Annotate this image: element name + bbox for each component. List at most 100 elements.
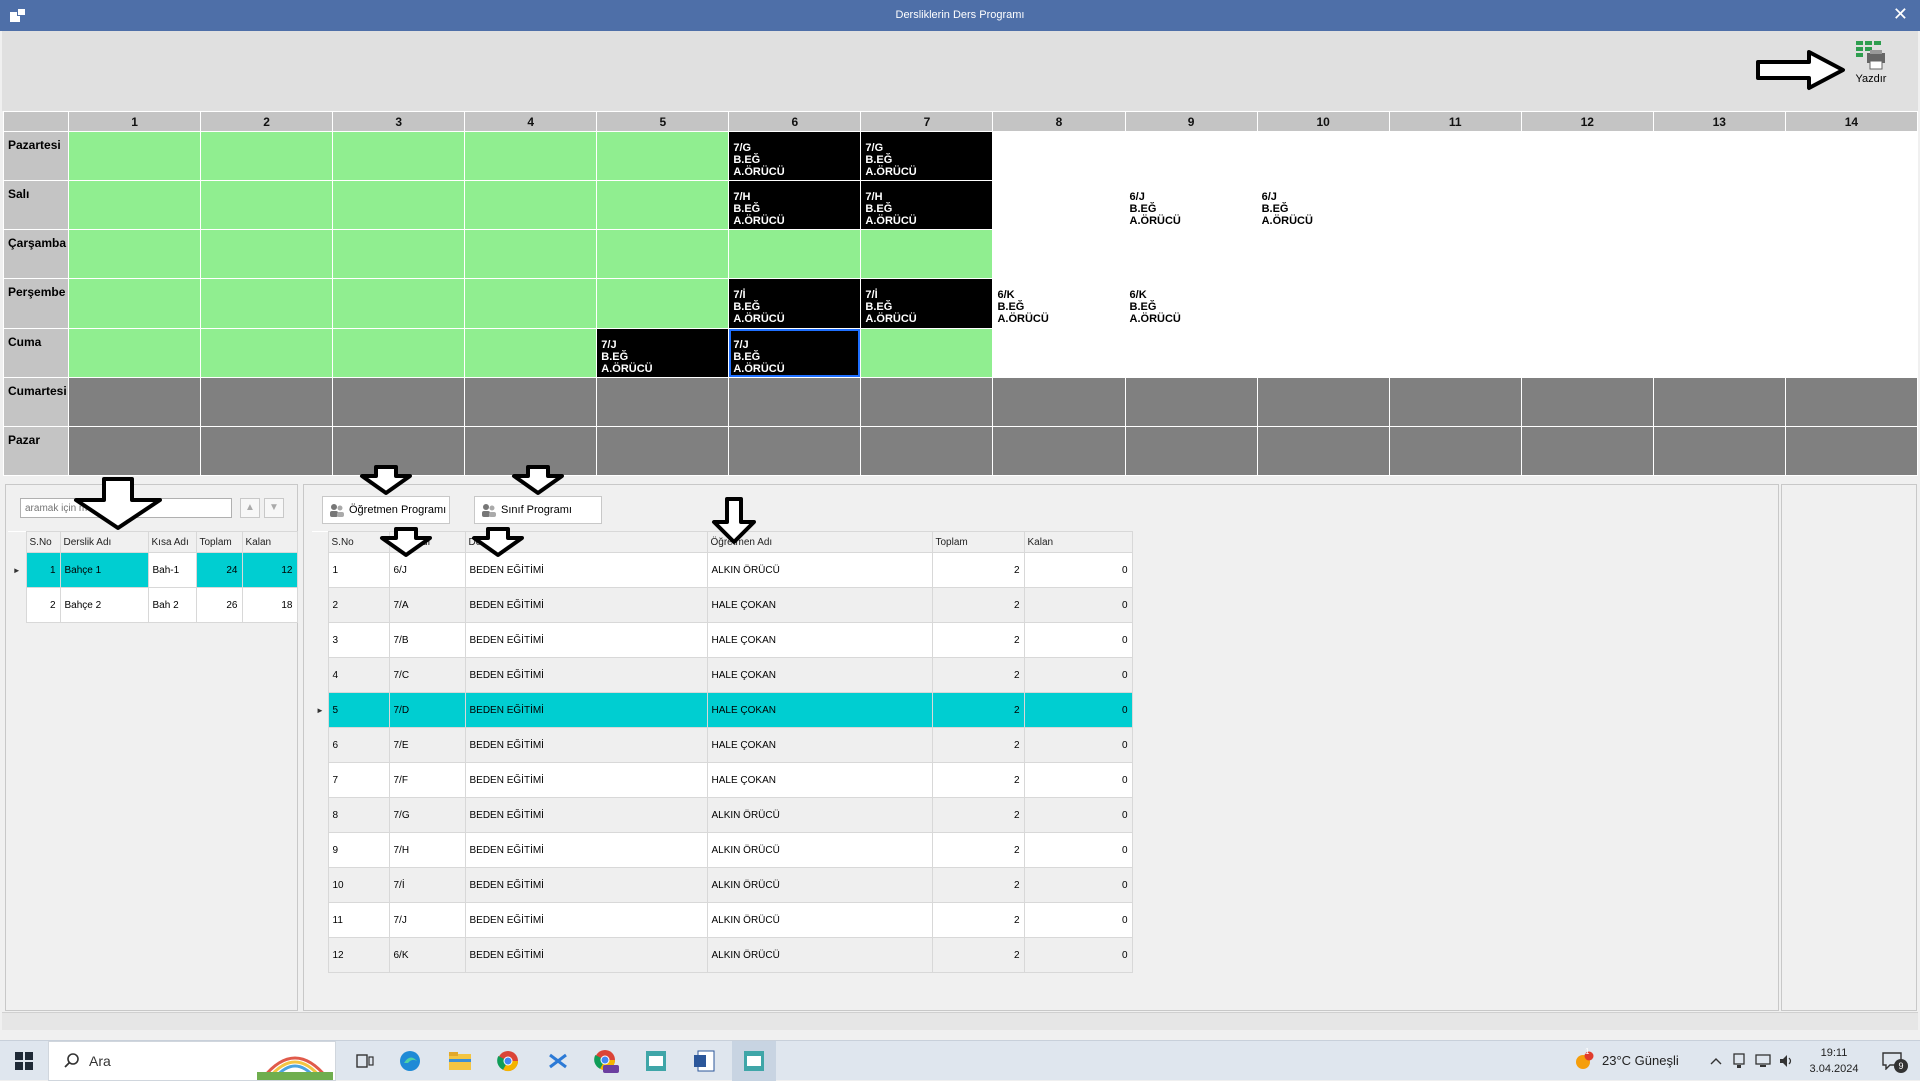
column-header[interactable]: Toplam bbox=[195, 531, 243, 553]
tray-network-button[interactable] bbox=[1752, 1041, 1774, 1081]
schedule-cell[interactable]: 7/H B.EĞ A.ÖRÜCÜ bbox=[728, 180, 862, 231]
table-row[interactable]: 1 6/J BEDEN EĞİTİMİ ALKIN ÖRÜCÜ 2 0 bbox=[312, 552, 1133, 588]
schedule-cell[interactable] bbox=[596, 130, 730, 182]
schedule-cell[interactable] bbox=[992, 376, 1126, 427]
schedule-cell[interactable] bbox=[1784, 180, 1919, 231]
schedule-cell[interactable]: 7/G B.EĞ A.ÖRÜCÜ bbox=[860, 130, 994, 182]
class-program-button[interactable]: Sınıf Programı bbox=[474, 496, 602, 524]
schedule-cell[interactable] bbox=[1388, 229, 1522, 280]
schedule-cell[interactable] bbox=[1124, 425, 1258, 477]
schedule-cell[interactable]: 6/J B.EĞ A.ÖRÜCÜ bbox=[1256, 180, 1390, 231]
notifications-button[interactable]: 9 bbox=[1874, 1041, 1910, 1081]
schedule-cell[interactable] bbox=[992, 425, 1126, 477]
schedule-cell[interactable] bbox=[464, 327, 598, 378]
schedule-cell[interactable] bbox=[992, 130, 1126, 182]
schedule-cell[interactable] bbox=[860, 327, 994, 378]
schedule-cell[interactable] bbox=[992, 229, 1126, 280]
taskbar-search[interactable]: Ara bbox=[48, 1041, 336, 1081]
schedule-cell[interactable] bbox=[1256, 425, 1390, 477]
schedule-cell[interactable] bbox=[1388, 130, 1522, 182]
schedule-cell[interactable] bbox=[860, 425, 994, 477]
schedule-cell[interactable] bbox=[200, 278, 334, 329]
edge-button[interactable] bbox=[390, 1041, 430, 1081]
column-header[interactable]: Derslik Adı bbox=[59, 531, 149, 553]
schedule-cell[interactable] bbox=[728, 425, 862, 477]
schedule-cell[interactable]: 6/K B.EĞ A.ÖRÜCÜ bbox=[992, 278, 1126, 329]
schedule-cell[interactable] bbox=[992, 327, 1126, 378]
schedule-cell[interactable] bbox=[1124, 327, 1258, 378]
schedule-cell[interactable] bbox=[1124, 229, 1258, 280]
schedule-cell[interactable] bbox=[596, 278, 730, 329]
chrome-button[interactable] bbox=[488, 1041, 528, 1081]
schedule-cell[interactable] bbox=[1652, 278, 1786, 329]
start-button[interactable] bbox=[0, 1041, 48, 1081]
table-row[interactable]: 6 7/E BEDEN EĞİTİMİ HALE ÇOKAN 2 0 bbox=[312, 727, 1133, 763]
active-app-button[interactable] bbox=[732, 1041, 776, 1081]
schedule-cell[interactable] bbox=[68, 229, 202, 280]
column-header[interactable]: S.No bbox=[327, 531, 390, 553]
search-input[interactable] bbox=[20, 498, 232, 518]
schedule-cell[interactable]: 6/J B.EĞ A.ÖRÜCÜ bbox=[1124, 180, 1258, 231]
schedule-cell[interactable] bbox=[464, 130, 598, 182]
close-button[interactable]: ✕ bbox=[1893, 5, 1908, 23]
table-row[interactable]: 10 7/İ BEDEN EĞİTİMİ ALKIN ÖRÜCÜ 2 0 bbox=[312, 867, 1133, 903]
schedule-cell[interactable] bbox=[1388, 180, 1522, 231]
schedule-cell[interactable] bbox=[332, 278, 466, 329]
schedule-cell[interactable] bbox=[1784, 425, 1919, 477]
schedule-cell[interactable] bbox=[1784, 376, 1919, 427]
table-row[interactable]: 7 7/F BEDEN EĞİTİMİ HALE ÇOKAN 2 0 bbox=[312, 762, 1133, 798]
schedule-cell[interactable] bbox=[332, 180, 466, 231]
schedule-cell[interactable] bbox=[1256, 278, 1390, 329]
schedule-cell[interactable]: 7/İ B.EĞ A.ÖRÜCÜ bbox=[728, 278, 862, 329]
schedule-cell[interactable] bbox=[1784, 278, 1919, 329]
schedule-cell[interactable] bbox=[860, 229, 994, 280]
app-button[interactable] bbox=[636, 1041, 676, 1081]
schedule-cell[interactable] bbox=[1652, 425, 1786, 477]
schedule-cell[interactable] bbox=[728, 376, 862, 427]
schedule-cell[interactable] bbox=[332, 130, 466, 182]
weather-button[interactable] bbox=[1572, 1041, 1596, 1081]
schedule-cell[interactable] bbox=[992, 180, 1126, 231]
schedule-cell[interactable] bbox=[1256, 376, 1390, 427]
schedule-cell[interactable]: 7/İ B.EĞ A.ÖRÜCÜ bbox=[860, 278, 994, 329]
schedule-cell[interactable] bbox=[1784, 130, 1919, 182]
schedule-cell[interactable] bbox=[1124, 130, 1258, 182]
table-row[interactable]: 2 Bahçe 2 Bah 2 26 18 bbox=[8, 587, 298, 623]
tray-device-button[interactable] bbox=[1728, 1041, 1750, 1081]
schedule-cell[interactable] bbox=[1520, 229, 1654, 280]
print-button[interactable]: Yazdır bbox=[1844, 39, 1898, 95]
column-header[interactable]: Kalan bbox=[241, 531, 298, 553]
schedule-cell[interactable] bbox=[596, 376, 730, 427]
schedule-cell[interactable] bbox=[1256, 327, 1390, 378]
table-row[interactable]: 8 7/G BEDEN EĞİTİMİ ALKIN ÖRÜCÜ 2 0 bbox=[312, 797, 1133, 833]
schedule-cell[interactable] bbox=[68, 130, 202, 182]
column-header[interactable]: Sınıf Adı bbox=[388, 531, 466, 553]
schedule-cell[interactable] bbox=[1784, 327, 1919, 378]
schedule-cell[interactable] bbox=[1652, 130, 1786, 182]
file-explorer-button[interactable] bbox=[440, 1041, 480, 1081]
schedule-cell[interactable] bbox=[68, 278, 202, 329]
schedule-cell[interactable] bbox=[1520, 425, 1654, 477]
teacher-program-button[interactable]: Öğretmen Programı bbox=[322, 496, 450, 524]
schedule-cell[interactable] bbox=[332, 376, 466, 427]
table-row[interactable]: 11 7/J BEDEN EĞİTİMİ ALKIN ÖRÜCÜ 2 0 bbox=[312, 902, 1133, 938]
schedule-cell[interactable] bbox=[1388, 425, 1522, 477]
schedule-cell[interactable] bbox=[1520, 130, 1654, 182]
schedule-cell[interactable] bbox=[1388, 327, 1522, 378]
schedule-cell[interactable] bbox=[332, 229, 466, 280]
schedule-cell[interactable] bbox=[1256, 130, 1390, 182]
schedule-cell[interactable] bbox=[1520, 180, 1654, 231]
schedule-cell[interactable] bbox=[332, 425, 466, 477]
schedule-cell[interactable] bbox=[200, 130, 334, 182]
column-header[interactable]: Toplam bbox=[931, 531, 1025, 553]
schedule-cell[interactable] bbox=[1652, 327, 1786, 378]
schedule-cell[interactable] bbox=[68, 327, 202, 378]
schedule-cell[interactable] bbox=[596, 425, 730, 477]
schedule-cell[interactable] bbox=[200, 327, 334, 378]
schedule-cell[interactable] bbox=[464, 180, 598, 231]
schedule-cell[interactable]: 7/G B.EĞ A.ÖRÜCÜ bbox=[728, 130, 862, 182]
schedule-cell[interactable] bbox=[200, 180, 334, 231]
schedule-cell[interactable] bbox=[1520, 327, 1654, 378]
schedule-cell[interactable] bbox=[200, 425, 334, 477]
search-prev-button[interactable]: ▲ bbox=[240, 498, 260, 518]
